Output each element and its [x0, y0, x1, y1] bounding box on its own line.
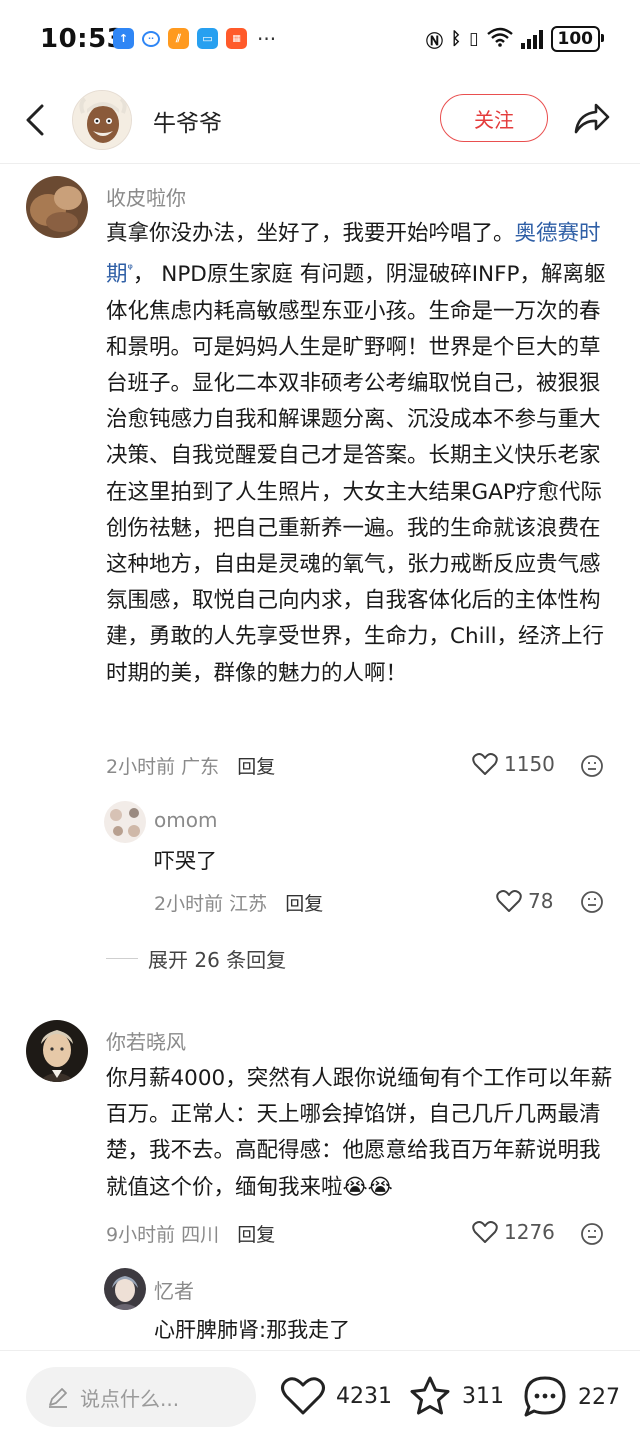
reply-time: 2小时前 — [154, 893, 224, 915]
commenter-avatar[interactable] — [26, 1020, 88, 1082]
favorite-count: 311 — [462, 1383, 504, 1409]
reply-button[interactable]: 回复 — [285, 893, 323, 915]
reply-button[interactable]: 回复 — [237, 756, 275, 778]
comment-text-part: ， NPD原生家庭 有问题，阴湿破碎INFP，解离躯体化焦虑内耗高敏感型东亚小孩… — [106, 262, 606, 686]
divider-line — [106, 958, 138, 959]
nfc-icon: Ⓝ — [425, 31, 443, 52]
commenter-name[interactable]: 收皮啦你 — [106, 182, 186, 211]
heart-icon — [496, 890, 522, 912]
comment-input[interactable]: 说点什么... — [26, 1367, 256, 1427]
orange-app-icon: ⫽ — [168, 28, 189, 49]
emoji-reaction-icon[interactable] — [580, 754, 604, 778]
comment-text-part: 真拿你没办法，坐好了，我要开始吟唱了。 — [106, 221, 515, 246]
heart-icon — [472, 1221, 498, 1243]
comment-bubble-icon — [524, 1376, 566, 1417]
comment-meta: 2小时前 广东 回复 — [106, 752, 275, 779]
reply-meta: 2小时前 江苏 回复 — [154, 889, 323, 916]
favorite-button[interactable]: 311 — [408, 1375, 504, 1417]
crying-emoji: 😭😭 — [342, 1174, 393, 1200]
bluetooth-icon: ᛒ — [450, 29, 462, 49]
reply-text: 心肝脾肺肾:那我走了 — [154, 1318, 351, 1342]
heart-icon — [281, 1377, 325, 1415]
comment-text: 真拿你没办法，坐好了，我要开始吟唱了。奥德赛时期ᵠ， NPD原生家庭 有问题，阴… — [106, 216, 614, 692]
bottom-action-bar: 说点什么... 4231 311 227 — [0, 1350, 640, 1445]
like-count: 1276 — [504, 1220, 555, 1244]
comment-location: 广东 — [181, 756, 220, 778]
author-avatar[interactable] — [72, 90, 132, 150]
post-header: 牛爷爷 关注 — [0, 80, 640, 164]
comment-meta: 9小时前 四川 回复 — [106, 1220, 275, 1247]
battery-icon: 100 — [550, 26, 604, 52]
blue-app-icon: ▭ — [197, 28, 218, 49]
pencil-icon — [49, 1388, 67, 1408]
like-button[interactable]: 1276 — [472, 1220, 555, 1244]
replier-avatar[interactable] — [104, 1268, 146, 1310]
signal-icon — [520, 29, 543, 49]
like-count: 1150 — [504, 752, 555, 776]
replier-name[interactable]: omom — [154, 808, 217, 832]
expand-replies-label: 展开 26 条回复 — [148, 948, 287, 972]
share-button[interactable] — [570, 98, 612, 140]
replier-avatar[interactable] — [104, 801, 146, 843]
comment-text: 你月薪4000，突然有人跟你说缅甸有个工作可以年薪百万。正常人：天上哪会掉馅饼，… — [106, 1061, 614, 1206]
commenter-name[interactable]: 你若晓风 — [106, 1026, 186, 1055]
upload-app-icon: ↑ — [113, 28, 134, 49]
replier-name[interactable]: 忆者 — [154, 1275, 194, 1304]
reply-location: 江苏 — [229, 893, 268, 915]
comment-time: 9小时前 — [106, 1224, 176, 1246]
like-button[interactable]: 1150 — [472, 752, 555, 776]
expand-replies-button[interactable]: 展开 26 条回复 — [106, 944, 286, 973]
comment-count: 227 — [578, 1384, 620, 1410]
like-button[interactable]: 78 — [496, 889, 553, 913]
more-notifications-icon: ··· — [257, 26, 277, 51]
back-arrow-icon — [26, 104, 44, 136]
emoji-reaction-icon[interactable] — [580, 890, 604, 914]
like-count: 78 — [528, 889, 554, 913]
emoji-reaction-icon[interactable] — [580, 1222, 604, 1246]
reply-text: 吓哭了 — [154, 849, 217, 873]
comment-button[interactable]: 227 — [522, 1375, 620, 1419]
commenter-avatar[interactable] — [26, 176, 88, 238]
follow-button[interactable]: 关注 — [440, 94, 548, 142]
chat-bubble-icon: ·· — [142, 30, 160, 47]
share-icon — [574, 103, 610, 134]
comment-time: 2小时前 — [106, 756, 176, 778]
star-icon — [410, 1376, 450, 1415]
comment-input-placeholder: 说点什么... — [80, 1386, 180, 1411]
author-name[interactable]: 牛爷爷 — [153, 104, 222, 138]
vibrate-icon: ▯ — [469, 29, 479, 49]
notification-icons: ↑ ·· ⫽ ▭ ▦ ··· — [113, 28, 276, 49]
back-button[interactable] — [20, 100, 50, 140]
status-bar: 10:53 ↑ ·· ⫽ ▭ ▦ ··· Ⓝ ᛒ ▯ 100 — [0, 0, 640, 80]
shop-app-icon: ▦ — [226, 28, 247, 49]
comment-location: 四川 — [181, 1224, 220, 1246]
wifi-icon — [486, 27, 513, 52]
post-like-button[interactable]: 4231 — [280, 1375, 392, 1417]
heart-icon — [472, 753, 498, 775]
post-like-count: 4231 — [336, 1383, 392, 1409]
reply-button[interactable]: 回复 — [237, 1224, 275, 1246]
system-status: Ⓝ ᛒ ▯ 100 — [425, 26, 604, 52]
